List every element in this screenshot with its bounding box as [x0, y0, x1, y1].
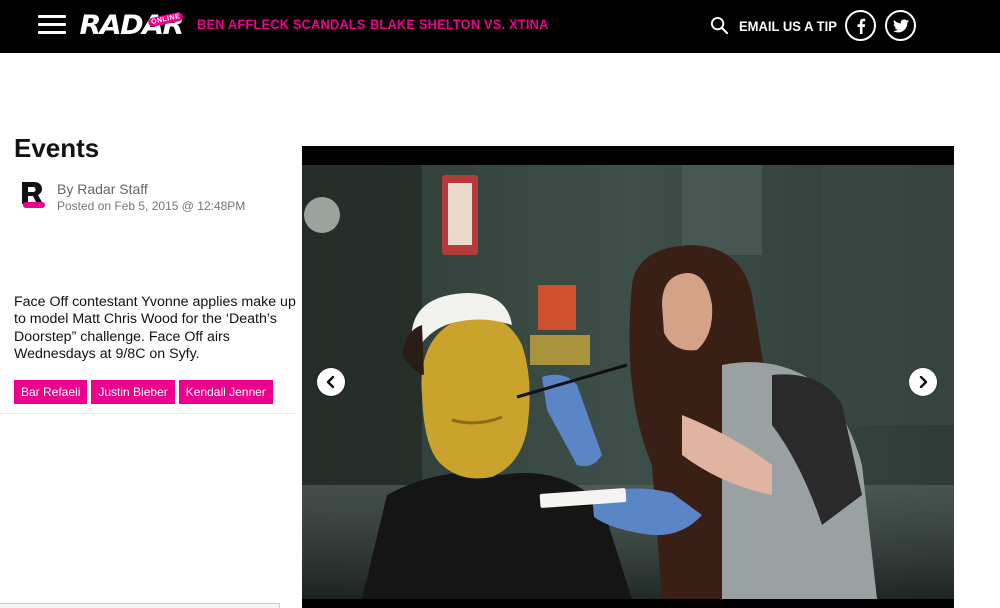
site-logo[interactable]: RADAR ONLINE [80, 9, 185, 43]
menu-icon[interactable] [38, 15, 66, 35]
facebook-icon[interactable] [845, 10, 876, 41]
top-nav-bar: RADAR ONLINE BEN AFFLECK SCANDALS BLAKE … [0, 0, 1000, 53]
article-title-text: Events [14, 133, 100, 161]
gallery-prev-button[interactable] [317, 368, 345, 396]
tag-bar-refaeli[interactable]: Bar Refaeli [14, 380, 88, 404]
divider [0, 413, 296, 414]
gallery-photo [302, 165, 954, 599]
author-avatar [22, 182, 45, 208]
gallery-next-button[interactable] [909, 368, 937, 396]
nav-link-blake-shelton[interactable]: BLAKE SHELTON VS. XTINA [370, 17, 548, 32]
photo-caption: Face Off contestant Yvonne applies make … [14, 294, 296, 362]
horizontal-scrollbar[interactable] [0, 603, 280, 608]
article-title: Events [14, 131, 294, 161]
tag-kendall-jenner[interactable]: Kendall Jenner [178, 380, 273, 404]
author-byline: By Radar Staff [57, 181, 148, 197]
search-icon[interactable] [710, 16, 729, 35]
tag-justin-bieber[interactable]: Justin Bieber [91, 380, 175, 404]
tag-list: Bar Refaeli Justin Bieber Kendall Jenner [14, 380, 273, 404]
posted-date: Posted on Feb 5, 2015 @ 12:48PM [57, 199, 246, 213]
twitter-icon[interactable] [885, 10, 916, 41]
photo-gallery [302, 146, 954, 608]
email-tip-link[interactable]: EMAIL US A TIP [739, 18, 837, 34]
nav-link-ben-affleck[interactable]: BEN AFFLECK SCANDALS [197, 17, 366, 32]
